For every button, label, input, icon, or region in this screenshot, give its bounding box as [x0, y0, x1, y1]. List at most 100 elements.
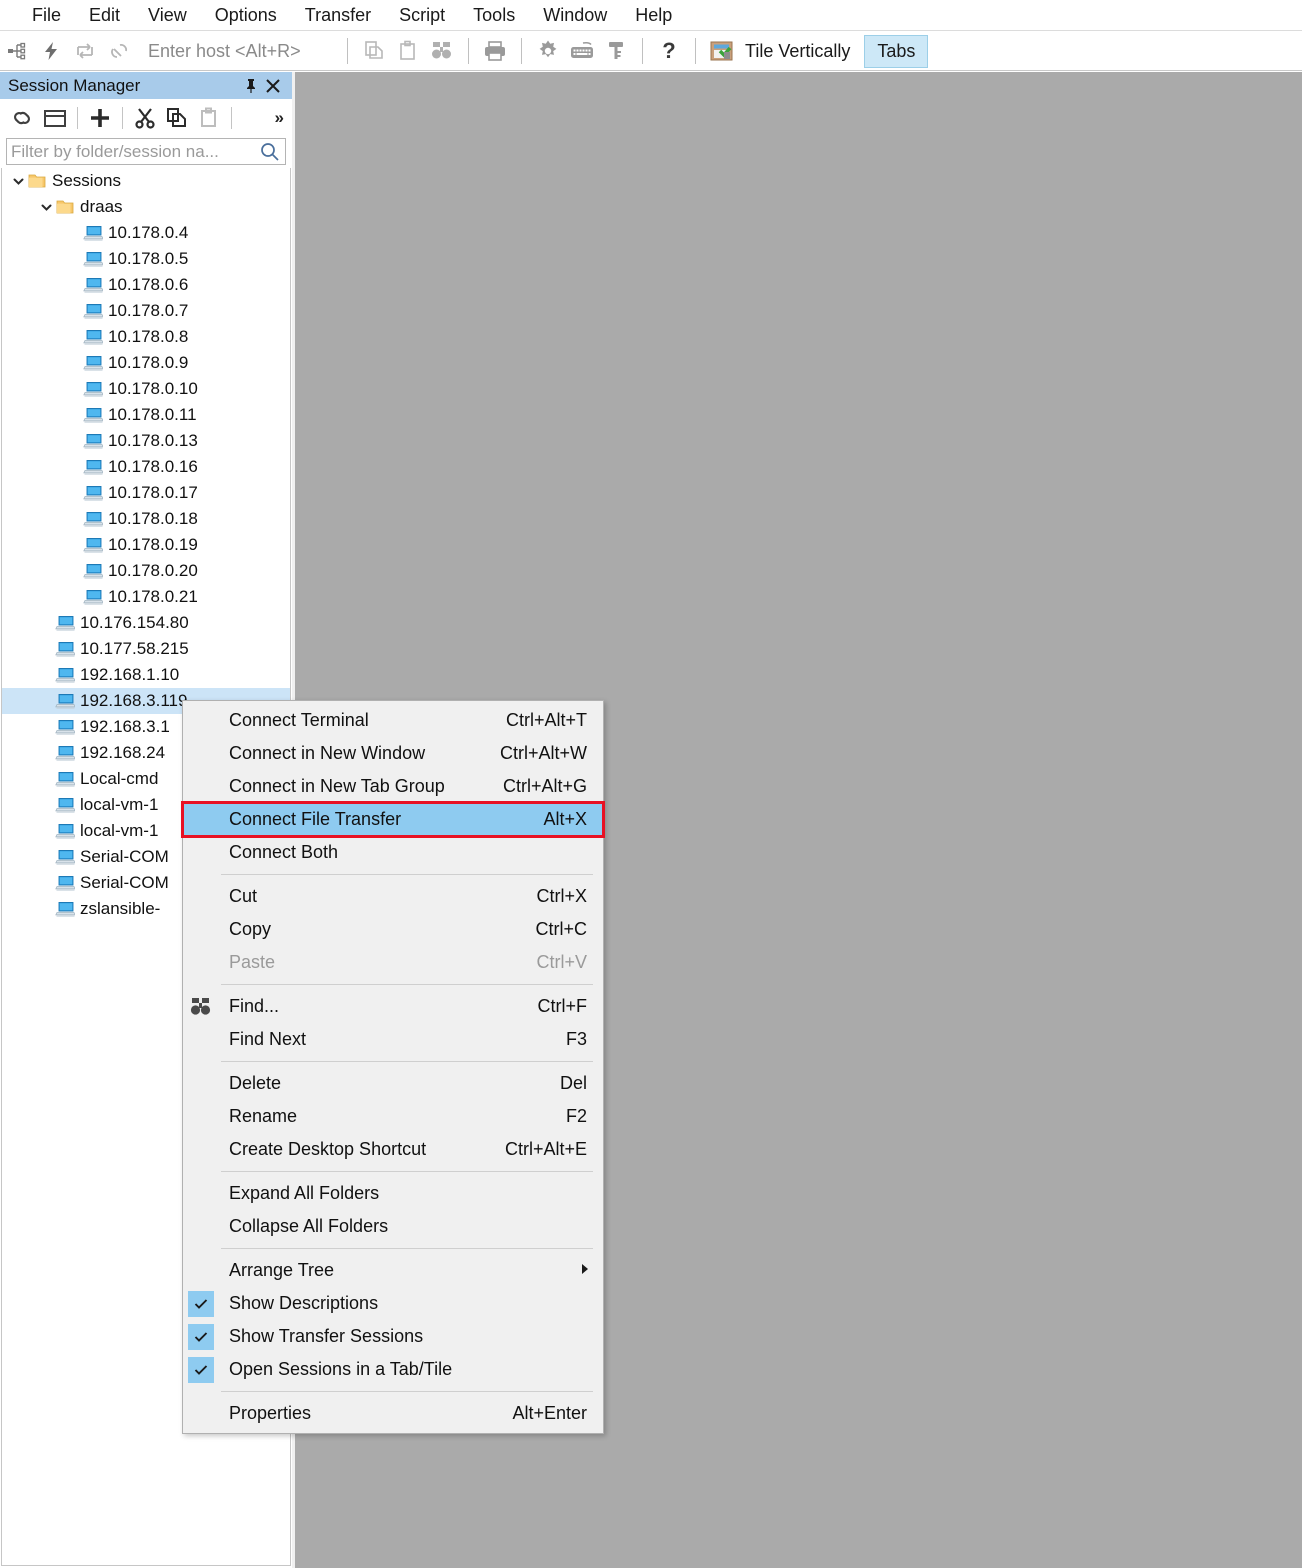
host-entry-field[interactable]: Enter host <Alt+R> [148, 41, 338, 62]
menu-item-find[interactable]: Find... Ctrl+F [183, 990, 603, 1023]
session-manager-title: Session Manager [8, 75, 141, 95]
tree-row[interactable]: 10.178.0.20 [2, 558, 290, 584]
tree-row[interactable]: 10.178.0.11 [2, 402, 290, 428]
menu-item-connect-terminal[interactable]: Connect Terminal Ctrl+Alt+T [183, 704, 603, 737]
menu-item-arrange-tree[interactable]: Arrange Tree [183, 1254, 603, 1287]
tree-row[interactable]: 10.178.0.4 [2, 220, 290, 246]
cut-icon[interactable] [130, 103, 160, 133]
menu-item-expand-all-folders[interactable]: Expand All Folders [183, 1177, 603, 1210]
print-icon[interactable] [480, 36, 510, 66]
add-icon[interactable] [85, 103, 115, 133]
menu-item-connect-both[interactable]: Connect Both [183, 836, 603, 869]
menu-item-properties[interactable]: Properties Alt+Enter [183, 1397, 603, 1430]
menubar-item-help[interactable]: Help [621, 3, 686, 28]
tree-row[interactable]: 10.178.0.17 [2, 480, 290, 506]
menu-separator [221, 1248, 593, 1249]
tree-row[interactable]: 10.178.0.21 [2, 584, 290, 610]
paste-icon[interactable] [393, 36, 423, 66]
menu-item-collapse-all-folders[interactable]: Collapse All Folders [183, 1210, 603, 1243]
search-icon[interactable] [260, 142, 280, 162]
tree-item-label: Serial-COM [80, 847, 169, 866]
tree-row[interactable]: 10.178.0.18 [2, 506, 290, 532]
session-computer-icon [82, 432, 104, 450]
tree-item-label: 192.168.1.10 [80, 665, 180, 684]
menubar-item-transfer[interactable]: Transfer [291, 3, 385, 28]
toolbar-separator-2 [468, 38, 469, 64]
menu-item-open-sessions-in-a-tab-tile[interactable]: Open Sessions in a Tab/Tile [183, 1353, 603, 1386]
tabs-button[interactable]: Tabs [864, 34, 929, 68]
menu-item-connect-in-new-window[interactable]: Connect in New Window Ctrl+Alt+W [183, 737, 603, 770]
keyboard-icon[interactable] [567, 36, 597, 66]
help-question-icon[interactable]: ? [654, 36, 684, 66]
close-icon[interactable] [262, 75, 284, 97]
menu-item-show-descriptions[interactable]: Show Descriptions [183, 1287, 603, 1320]
link-icon[interactable] [8, 103, 38, 133]
paste-icon[interactable] [194, 103, 224, 133]
tree-row[interactable]: draas [2, 194, 290, 220]
tree-row[interactable]: 10.178.0.6 [2, 272, 290, 298]
session-computer-icon [54, 640, 76, 658]
key-icon[interactable] [601, 36, 631, 66]
tree-row[interactable]: 10.178.0.10 [2, 376, 290, 402]
toolbar-overflow-button[interactable]: » [275, 108, 284, 128]
menu-item-cut[interactable]: Cut Ctrl+X [183, 880, 603, 913]
menu-item-label: Find Next [229, 1029, 307, 1049]
tree-item-label: 10.178.0.5 [108, 249, 189, 268]
tree-row[interactable]: 10.178.0.13 [2, 428, 290, 454]
tree-row[interactable]: 10.176.154.80 [2, 610, 290, 636]
menu-item-connect-in-new-tab-group[interactable]: Connect in New Tab Group Ctrl+Alt+G [183, 770, 603, 803]
new-window-icon[interactable] [40, 103, 70, 133]
menubar-item-file[interactable]: File [18, 3, 75, 28]
menu-gutter [183, 880, 219, 913]
tree-item-label: 10.178.0.10 [108, 379, 198, 398]
copy-icon[interactable] [162, 103, 192, 133]
menubar-item-view[interactable]: View [134, 3, 201, 28]
tree-row[interactable]: 10.178.0.9 [2, 350, 290, 376]
reconnect-icon[interactable] [70, 36, 100, 66]
menu-item-connect-file-transfer[interactable]: Connect File Transfer Alt+X [181, 801, 605, 838]
tree-row[interactable]: Sessions [2, 168, 290, 194]
settings-gear-icon[interactable] [533, 36, 563, 66]
pin-icon[interactable] [240, 75, 262, 97]
checkbox-checked [188, 1323, 214, 1350]
tree-row[interactable]: 10.178.0.8 [2, 324, 290, 350]
tree-item-label: 10.178.0.9 [108, 353, 189, 372]
disconnect-icon[interactable] [104, 36, 134, 66]
tile-vertically-icon[interactable] [707, 36, 737, 66]
menu-item-rename[interactable]: Rename F2 [183, 1100, 603, 1133]
menu-item-delete[interactable]: Delete Del [183, 1067, 603, 1100]
menu-item-copy[interactable]: Copy Ctrl+C [183, 913, 603, 946]
tree-row[interactable]: 10.177.58.215 [2, 636, 290, 662]
menu-separator [221, 1391, 593, 1392]
find-icon[interactable] [427, 36, 457, 66]
tree-item-label: local-vm-1 [80, 821, 159, 840]
connect-tree-icon[interactable] [2, 36, 32, 66]
tree-row[interactable]: 10.178.0.16 [2, 454, 290, 480]
menubar-item-window[interactable]: Window [529, 3, 621, 28]
menu-item-accelerator: Ctrl+Alt+W [499, 743, 587, 763]
tree-row[interactable]: 10.178.0.5 [2, 246, 290, 272]
menu-item-show-transfer-sessions[interactable]: Show Transfer Sessions [183, 1320, 603, 1353]
tree-row[interactable]: 10.178.0.7 [2, 298, 290, 324]
chevron-down-icon[interactable] [10, 173, 26, 189]
sm-toolbar-separator-2 [122, 107, 123, 129]
toolbar-separator-3 [521, 38, 522, 64]
chevron-down-icon[interactable] [38, 199, 54, 215]
menu-item-find-next[interactable]: Find Next F3 [183, 1023, 603, 1056]
tree-item-label: Local-cmd [80, 769, 159, 788]
tree-row[interactable]: 10.178.0.19 [2, 532, 290, 558]
session-computer-icon [54, 744, 76, 762]
menubar-item-edit[interactable]: Edit [75, 3, 134, 28]
copy-icon[interactable] [359, 36, 389, 66]
quick-connect-icon[interactable] [36, 36, 66, 66]
menu-item-accelerator: Ctrl+C [535, 919, 587, 939]
menubar-item-tools[interactable]: Tools [459, 3, 529, 28]
menu-item-create-desktop-shortcut[interactable]: Create Desktop Shortcut Ctrl+Alt+E [183, 1133, 603, 1166]
tree-row[interactable]: 192.168.1.10 [2, 662, 290, 688]
menu-item-label: Cut [229, 886, 258, 906]
menubar-item-script[interactable]: Script [385, 3, 459, 28]
menubar-item-options[interactable]: Options [201, 3, 291, 28]
filter-input[interactable]: Filter by folder/session na... [6, 138, 286, 165]
sm-toolbar-separator-1 [77, 107, 78, 129]
